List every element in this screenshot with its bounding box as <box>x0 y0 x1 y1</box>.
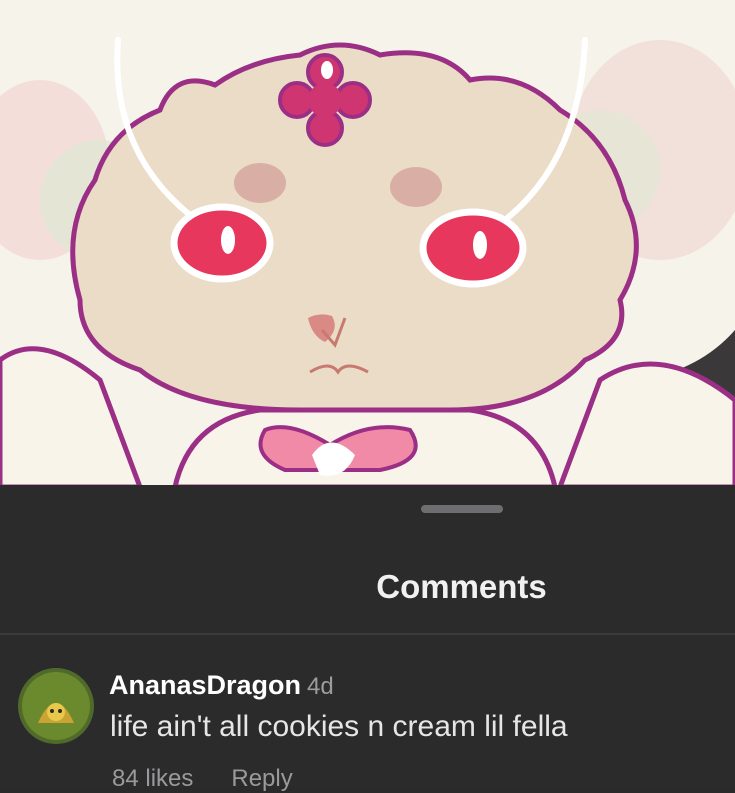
character-artwork <box>0 0 735 487</box>
reply-button[interactable]: Reply <box>231 765 292 792</box>
comment-meta: AnanasDragon 4d <box>109 670 334 701</box>
sheet-drag-handle[interactable] <box>421 505 503 513</box>
comment-actions: 84 likes Reply <box>112 765 331 793</box>
comment-username[interactable]: AnanasDragon <box>109 670 301 700</box>
avatar[interactable] <box>18 668 94 744</box>
comments-title: Comments <box>376 568 547 605</box>
comment-text: life ain't all cookies n cream lil fella <box>110 710 568 743</box>
comment-likes[interactable]: 84 likes <box>112 765 193 792</box>
divider <box>0 633 735 635</box>
comment-age: 4d <box>307 673 334 700</box>
